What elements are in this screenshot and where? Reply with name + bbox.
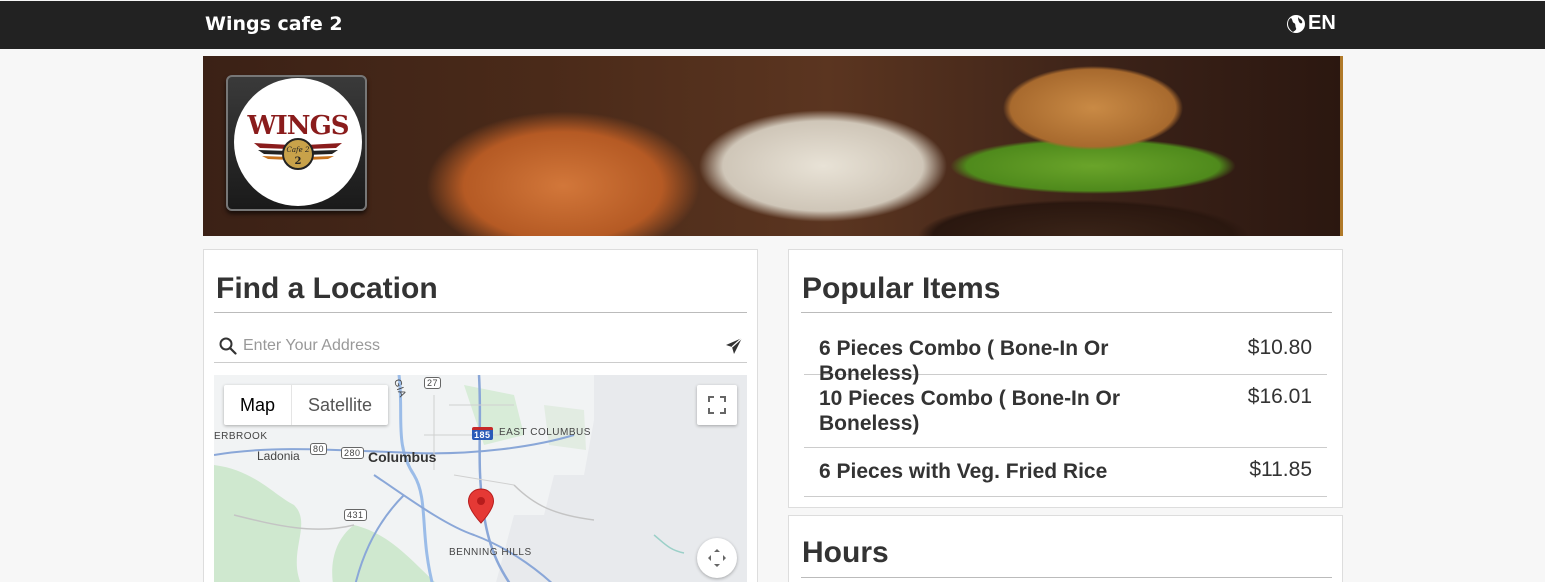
top-navbar: Wings cafe 2 EN <box>0 0 1545 49</box>
address-input[interactable] <box>243 337 713 355</box>
interstate-shield-185: 185 <box>472 427 493 440</box>
map-tab-map[interactable]: Map <box>224 385 293 425</box>
logo-wings-emblem: Cafe 2 2 <box>254 138 342 170</box>
route-shield-27: 27 <box>424 377 442 389</box>
divider <box>214 312 747 313</box>
hours-title: Hours <box>802 536 889 569</box>
fullscreen-button[interactable] <box>697 385 737 425</box>
item-price: $11.85 <box>1249 458 1312 481</box>
map-label-ladonia: Ladonia <box>257 449 300 463</box>
map-label-erbrook: ERBROOK <box>214 431 268 442</box>
popular-item[interactable]: 10 Pieces Combo ( Bone-In Or Boneless) $… <box>804 375 1327 448</box>
language-selector[interactable]: EN <box>1286 12 1336 35</box>
popular-item[interactable]: 6 Pieces Combo ( Bone-In Or Boneless) $1… <box>804 324 1327 385</box>
svg-text:2: 2 <box>295 156 302 167</box>
location-map[interactable]: ERBROOK Ladonia Columbus EAST COLUMBUS B… <box>214 375 747 582</box>
fullscreen-icon <box>708 396 726 414</box>
route-shield-431: 431 <box>344 509 367 521</box>
route-shield-80: 80 <box>310 443 328 455</box>
item-name: 6 Pieces with Veg. Fried Rice <box>819 460 1108 483</box>
hours-card: Hours <box>788 515 1343 582</box>
restaurant-logo: WINGS Cafe 2 2 <box>226 75 367 211</box>
route-shield-280: 280 <box>341 447 364 459</box>
language-label: EN <box>1308 12 1336 34</box>
brand-title[interactable]: Wings cafe 2 <box>205 13 343 35</box>
divider <box>801 312 1332 313</box>
pan-arrows-icon <box>708 549 726 567</box>
item-price: $16.01 <box>1247 385 1312 408</box>
popular-item[interactable]: 6 Pieces with Veg. Fried Rice $11.85 <box>804 448 1327 497</box>
location-pin-icon[interactable] <box>467 488 495 524</box>
map-label-benning-hills: BENNING HILLS <box>449 547 532 558</box>
hero-banner <box>203 56 1343 236</box>
find-location-title: Find a Location <box>216 272 438 305</box>
logo-badge: WINGS Cafe 2 2 <box>234 78 362 206</box>
map-label-columbus: Columbus <box>368 449 437 465</box>
popular-items-card: Popular Items 6 Pieces Combo ( Bone-In O… <box>788 249 1343 508</box>
address-search <box>214 330 747 363</box>
divider <box>801 577 1332 578</box>
map-label-east-columbus: EAST COLUMBUS <box>499 427 591 438</box>
map-type-control: Map Satellite <box>224 385 389 425</box>
send-location-icon[interactable] <box>725 337 743 355</box>
logo-sub-text: Cafe 2 <box>287 146 310 154</box>
globe-icon <box>1287 14 1305 33</box>
pan-control-button[interactable] <box>697 538 737 578</box>
item-name: 10 Pieces Combo ( Bone-In Or Boneless) <box>819 387 1121 435</box>
item-price: $10.80 <box>1247 336 1312 359</box>
logo-text: WINGS <box>247 111 349 141</box>
map-tab-satellite[interactable]: Satellite <box>292 385 388 425</box>
popular-items-title: Popular Items <box>802 272 1001 305</box>
search-icon <box>219 337 237 355</box>
find-location-card: Find a Location Enter Your Address ERBRO… <box>203 249 758 582</box>
